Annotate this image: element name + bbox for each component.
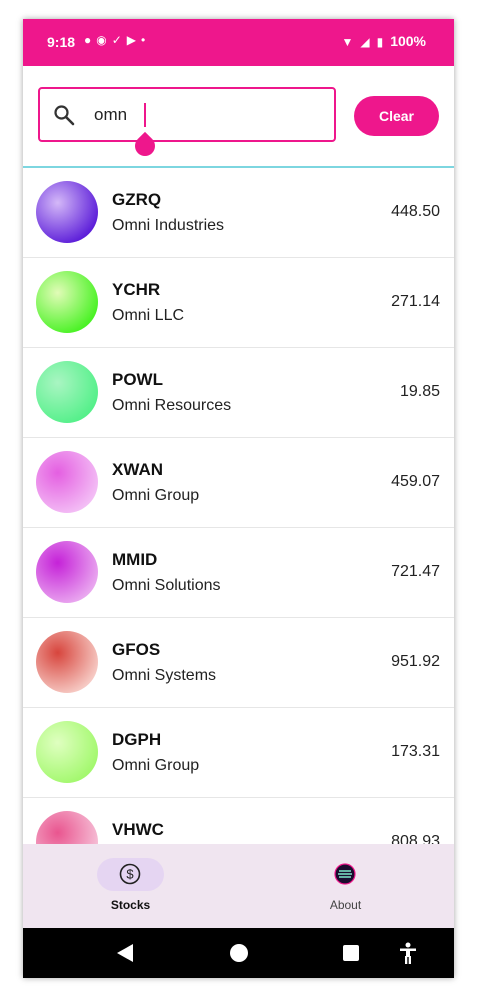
stock-ticker: VHWC [112,820,164,839]
search-field[interactable]: omn [38,87,336,161]
about-icon [334,863,356,885]
stock-ticker: DGPH [112,730,162,749]
search-input[interactable]: omn [94,105,127,125]
stock-price: 173.31 [391,743,440,760]
stock-price: 271.14 [391,293,440,310]
nav-label-about: About [329,898,362,912]
stock-avatar [36,541,98,603]
stock-ticker: YCHR [112,280,161,299]
stock-price: 459.07 [391,473,440,490]
nav-item-stocks[interactable]: $ Stocks [23,844,238,928]
battery-level: 100% [390,33,426,49]
stock-ticker: XWAN [112,460,163,479]
status-bar: 9:18 ●◉✓▶• ▼ ◢ ▮ 100% [23,19,454,66]
home-icon[interactable] [229,943,249,963]
stock-company: Omni Industries [112,217,225,234]
stock-row[interactable]: MMID Omni Solutions 721.47 [23,528,454,618]
stock-company: Omni LLC [112,307,185,324]
stock-avatar [36,181,98,243]
stock-row[interactable]: XWAN Omni Group 459.07 [23,438,454,528]
text-cursor [144,103,146,127]
stock-list[interactable]: GZRQ Omni Industries 448.50 YCHR Omni LLC 271… [23,168,454,844]
nav-item-about[interactable]: About [238,844,453,928]
stock-company: Omni Systems [112,667,217,684]
accessibility-icon[interactable] [399,942,417,964]
chat-icon: ● [84,33,97,47]
check-circle-icon: ✓ [111,33,127,47]
stock-avatar [36,451,98,513]
stock-row[interactable]: GFOS Omni Systems 951.92 [23,618,454,708]
bottom-navigation: $ Stocks About [23,844,454,928]
stock-price: 448.50 [391,203,440,220]
nav-label-stocks: Stocks [110,898,151,912]
system-navigation-bar [23,928,454,978]
face-icon: ◉ [96,33,112,47]
search-icon [54,105,75,126]
dollar-icon: $ [119,863,141,885]
stock-avatar [36,811,98,844]
stock-row[interactable]: VHWC 808.93 [23,798,454,844]
dot-icon: • [141,33,151,47]
stock-company: Omni Resources [112,397,232,414]
stock-row[interactable]: GZRQ Omni Industries 448.50 [23,168,454,258]
back-icon[interactable] [117,944,133,962]
stock-company: Omni Group [112,757,200,774]
stock-price: 808.93 [391,833,440,844]
signal-icon: ◢ [360,35,373,49]
notification-icons: ●◉✓▶• [84,33,150,47]
stock-company: Omni Group [112,487,200,504]
status-right: ▼ ◢ ▮ 100% [341,33,426,49]
stock-price: 19.85 [399,383,440,400]
stock-row[interactable]: DGPH Omni Group 173.31 [23,708,454,798]
stock-ticker: POWL [112,370,163,389]
youtube-icon: ▶ [126,33,142,47]
wifi-icon: ▼ [341,35,357,49]
stock-avatar [36,361,98,423]
status-time: 9:18 [47,34,76,50]
stock-ticker: GZRQ [112,190,162,209]
search-bar: omn Clear [23,66,454,168]
clear-button[interactable]: Clear [354,96,439,136]
svg-text:$: $ [126,867,134,882]
cursor-handle[interactable] [130,131,160,161]
stock-price: 951.92 [391,653,440,670]
stock-row[interactable]: POWL Omni Resources 19.85 [23,348,454,438]
recents-icon[interactable] [343,945,359,961]
stock-avatar [36,721,98,783]
phone-screen: 9:18 ●◉✓▶• ▼ ◢ ▮ 100% omn Clear GZRQ Omni In… [23,19,454,978]
stock-avatar [36,631,98,693]
stock-price: 721.47 [391,563,440,580]
stock-ticker: MMID [112,550,158,569]
stock-row[interactable]: YCHR Omni LLC 271.14 [23,258,454,348]
stock-ticker: GFOS [112,640,161,659]
stock-avatar [36,271,98,333]
battery-icon: ▮ [376,35,387,49]
stock-company: Omni Solutions [112,577,221,594]
